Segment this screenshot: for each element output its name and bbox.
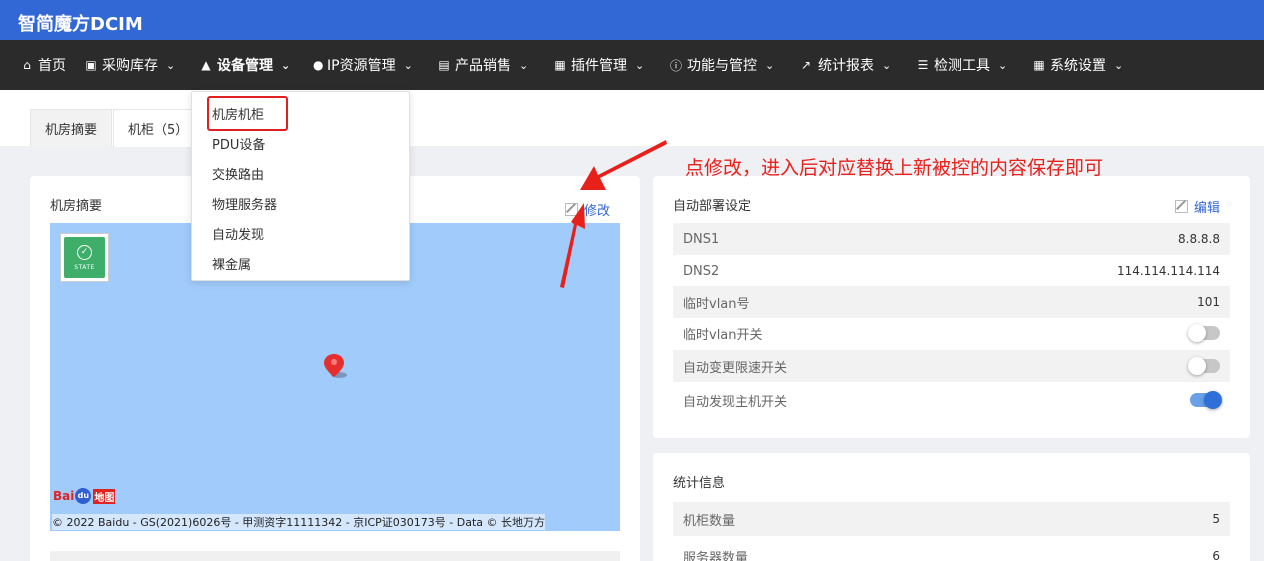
- nav-item-reports[interactable]: ↗ 统计报表 ⌄: [798, 40, 891, 90]
- inbox-icon: ▣: [85, 58, 97, 72]
- edit-icon: [1175, 200, 1188, 213]
- auto-deploy-title: 自动部署设定: [673, 199, 752, 214]
- auto-discover-toggle[interactable]: [1190, 391, 1222, 409]
- chevron-down-icon: ⌄: [765, 58, 775, 72]
- row-key: 临时vlan号: [683, 296, 750, 312]
- cart-icon: ▤: [438, 58, 450, 72]
- menu-item-room-cabinet[interactable]: 机房机柜: [212, 104, 264, 123]
- nav-item-device-management[interactable]: ▲ 设备管理 ⌄: [199, 40, 290, 90]
- nav-item-purchase[interactable]: ▣ 采购库存 ⌄: [84, 40, 175, 90]
- temp-vlan-toggle[interactable]: [1188, 324, 1220, 342]
- row-key: 自动发现主机开关: [683, 394, 788, 410]
- deploy-row-autodiscover-switch: 自动发现主机开关: [673, 384, 1230, 416]
- menu-item-bare-metal[interactable]: 裸金属: [212, 254, 251, 273]
- row-key: 服务器数量: [683, 550, 749, 561]
- grid-icon: ▦: [554, 58, 566, 72]
- row-key: DNS1: [683, 231, 720, 247]
- chevron-down-icon: ⌄: [166, 58, 176, 72]
- nav-item-product-sales[interactable]: ▤ 产品销售 ⌄: [437, 40, 528, 90]
- row-key: 临时vlan开关: [683, 327, 763, 343]
- speed-limit-toggle[interactable]: [1188, 357, 1220, 375]
- menu-item-auto-discovery[interactable]: 自动发现: [212, 224, 264, 243]
- chevron-down-icon: ⌄: [635, 58, 645, 72]
- state-label: STATE: [74, 263, 95, 271]
- app-title: 智简魔方DCIM: [18, 14, 143, 35]
- nav-label: IP资源管理: [327, 58, 396, 74]
- row-key: 自动变更限速开关: [683, 360, 788, 376]
- tab-room-summary[interactable]: 机房摘要: [30, 109, 113, 147]
- statistics-title: 统计信息: [673, 476, 726, 491]
- nav-item-system-settings[interactable]: ▦ 系统设置 ⌄: [1032, 40, 1123, 90]
- stats-row-servers: 服务器数量 6: [673, 540, 1230, 561]
- line-chart-icon: ↗: [800, 58, 812, 72]
- tab-cabinets[interactable]: 机柜（5）: [113, 109, 204, 147]
- room-summary-title: 机房摘要: [50, 199, 103, 214]
- row-value: 5: [1212, 512, 1220, 526]
- nav-label: 检测工具: [934, 58, 990, 74]
- modify-label: 修改: [584, 204, 611, 219]
- chevron-down-icon: ⌄: [998, 58, 1008, 72]
- grid-icon: ▦: [1033, 58, 1045, 72]
- annotation-text: 点修改，进入后对应替换上新被控的内容保存即可: [685, 157, 1104, 179]
- deploy-row-dns1: DNS1 8.8.8.8: [673, 223, 1230, 255]
- home-icon: ⌂: [23, 58, 31, 72]
- nav-label: 采购库存: [102, 58, 158, 74]
- nav-label: 统计报表: [818, 58, 874, 74]
- nav-label: 设备管理: [217, 58, 273, 74]
- map-state-badge: ✓ STATE: [60, 233, 109, 282]
- chevron-down-icon: ⌄: [281, 58, 291, 72]
- nav-item-plugins[interactable]: ▦ 插件管理 ⌄: [553, 40, 644, 90]
- cube-icon: ▲: [201, 58, 211, 72]
- modify-button[interactable]: 修改: [565, 200, 610, 219]
- row-value: 6: [1212, 549, 1220, 561]
- menu-item-physical-server[interactable]: 物理服务器: [212, 194, 277, 213]
- top-header: 智简魔方DCIM: [0, 0, 1264, 40]
- nav-label: 插件管理: [571, 58, 627, 74]
- baidu-map-word: 地图: [93, 488, 116, 504]
- baidu-paw-icon: du: [75, 488, 92, 504]
- row-value: 101: [1197, 295, 1220, 309]
- chevron-down-icon: ⌄: [1114, 58, 1124, 72]
- device-management-dropdown: 机房机柜 PDU设备 交换路由 物理服务器 自动发现 裸金属: [191, 91, 410, 281]
- tab-strip: 机房摘要 机柜（5）: [0, 90, 1264, 147]
- map-pin-icon[interactable]: [324, 353, 350, 383]
- deploy-row-temp-vlan: 临时vlan号 101: [673, 286, 1230, 318]
- nav-label: 系统设置: [1050, 58, 1106, 74]
- menu-item-switch-router[interactable]: 交换路由: [212, 164, 264, 183]
- baidu-logo-text: Bai: [53, 489, 75, 503]
- menu-item-pdu[interactable]: PDU设备: [212, 134, 265, 153]
- nav-label: 首页: [38, 58, 66, 74]
- chevron-down-icon: ⌄: [403, 58, 413, 72]
- nav-label: 功能与管控: [687, 58, 757, 74]
- check-circle-icon: ✓: [77, 244, 92, 260]
- row-value: 8.8.8.8: [1178, 232, 1220, 246]
- nav-label: 产品销售: [455, 58, 511, 74]
- map-marker-icon: ●: [313, 58, 324, 72]
- chevron-down-icon: ⌄: [519, 58, 529, 72]
- edit-label: 编辑: [1194, 201, 1221, 216]
- list-icon: ☰: [917, 58, 929, 72]
- nav-item-tools[interactable]: ☰ 检测工具 ⌄: [916, 40, 1008, 90]
- nav-item-home[interactable]: ⌂ 首页: [20, 40, 66, 90]
- summary-table-header: [50, 551, 620, 561]
- baidu-map-logo: Bai du 地图: [53, 488, 116, 504]
- deploy-row-temp-vlan-switch: 临时vlan开关: [673, 317, 1230, 349]
- chevron-down-icon: ⌄: [882, 58, 892, 72]
- row-value: 114.114.114.114: [1116, 264, 1220, 278]
- edit-button[interactable]: 编辑: [1175, 197, 1220, 216]
- main-navbar: ⌂ 首页 ▣ 采购库存 ⌄ ▲ 设备管理 ⌄ ● IP资源管理 ⌄ ▤ 产品销售…: [0, 40, 1264, 90]
- stats-row-cabinets: 机柜数量 5: [673, 502, 1230, 536]
- nav-item-functions[interactable]: ⓘ 功能与管控 ⌄: [669, 40, 774, 90]
- deploy-row-dns2: DNS2 114.114.114.114: [673, 255, 1230, 287]
- info-icon: ⓘ: [669, 58, 682, 73]
- deploy-row-speed-switch: 自动变更限速开关: [673, 350, 1230, 382]
- edit-icon: [565, 203, 578, 216]
- map-copyright: © 2022 Baidu - GS(2021)6026号 - 甲测资字11111…: [52, 514, 546, 530]
- nav-item-ip-resources[interactable]: ● IP资源管理 ⌄: [313, 40, 413, 90]
- row-key: 机柜数量: [683, 513, 736, 529]
- row-key: DNS2: [683, 263, 720, 279]
